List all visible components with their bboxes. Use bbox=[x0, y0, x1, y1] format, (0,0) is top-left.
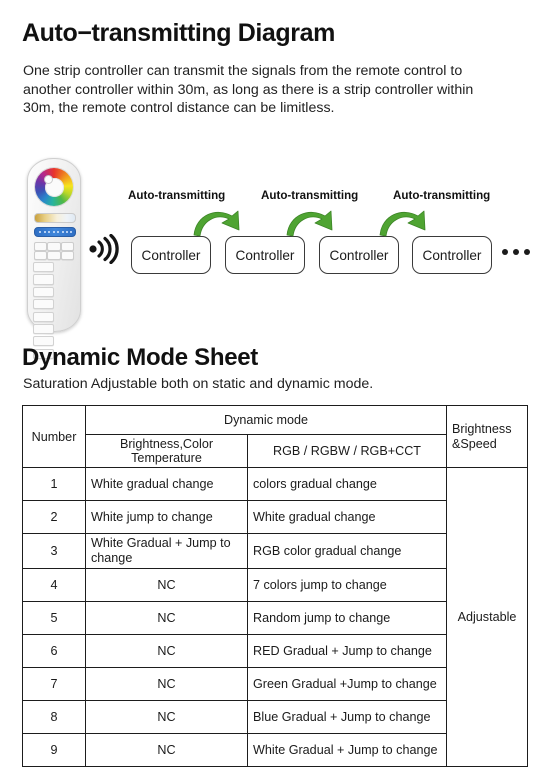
row-bct: NC bbox=[85, 733, 248, 767]
controller-label: Controller bbox=[422, 247, 482, 263]
header-brightness-color-temperature: Brightness,Color Temperature bbox=[85, 434, 248, 468]
remote-zone-key bbox=[33, 299, 54, 310]
remote-key bbox=[60, 242, 74, 251]
remote-zone-key bbox=[33, 323, 54, 335]
row-rgb: Random jump to change bbox=[247, 601, 447, 635]
row-rgb: White Gradual + Jump to change bbox=[247, 733, 447, 767]
controller-label: Controller bbox=[235, 247, 295, 263]
brightness-slider-icon bbox=[34, 227, 76, 237]
document-page: Auto−transmitting Diagram One strip cont… bbox=[0, 0, 537, 767]
row-number: 1 bbox=[22, 467, 86, 501]
row-bct: White gradual change bbox=[85, 467, 248, 501]
ellipsis-indicator bbox=[502, 249, 530, 255]
remote-zone-key bbox=[33, 286, 54, 297]
auto-transmitting-description: One strip controller can transmit the si… bbox=[23, 63, 474, 117]
row-number: 4 bbox=[22, 568, 86, 602]
row-bct: NC bbox=[85, 601, 248, 635]
controller-box-1[interactable]: Controller bbox=[131, 236, 211, 274]
color-wheel-center-dot bbox=[43, 174, 53, 184]
remote-zone-key bbox=[33, 262, 54, 273]
row-number: 5 bbox=[22, 601, 86, 635]
ellipsis-dot bbox=[513, 249, 519, 255]
row-rgb: Green Gradual +Jump to change bbox=[247, 667, 447, 701]
page-title-auto-transmitting: Auto−transmitting Diagram bbox=[22, 19, 335, 47]
row-bct: NC bbox=[85, 568, 248, 602]
green-curved-arrow-icon-2 bbox=[286, 210, 333, 237]
header-brightness-speed-line1: Brightness bbox=[452, 421, 512, 436]
row-number: 7 bbox=[22, 667, 86, 701]
row-rgb: RED Gradual + Jump to change bbox=[247, 634, 447, 668]
rgb-remote-control-icon bbox=[27, 158, 81, 359]
remote-key bbox=[34, 242, 48, 251]
table-header-row-1: Number Dynamic mode Brightness &Speed bbox=[22, 405, 528, 468]
page-title-dynamic-mode-sheet: Dynamic Mode Sheet bbox=[22, 344, 258, 371]
ellipsis-dot bbox=[524, 249, 530, 255]
remote-key bbox=[34, 251, 48, 260]
brightness-speed-value: Adjustable bbox=[446, 467, 528, 767]
row-bct: NC bbox=[85, 667, 248, 701]
green-curved-arrow-icon-3 bbox=[379, 210, 426, 237]
row-bct: NC bbox=[85, 634, 248, 668]
header-brightness-speed: Brightness &Speed bbox=[446, 405, 528, 468]
row-rgb: RGB color gradual change bbox=[247, 533, 447, 569]
header-number: Number bbox=[22, 405, 86, 468]
row-rgb: White gradual change bbox=[247, 500, 447, 534]
remote-zone-key bbox=[33, 311, 54, 322]
header-brightness-speed-line2: &Speed bbox=[452, 436, 497, 451]
color-wheel-icon bbox=[35, 168, 73, 206]
row-rgb: Blue Gradual + Jump to change bbox=[247, 700, 447, 734]
row-rgb: colors gradual change bbox=[247, 467, 447, 501]
row-number: 8 bbox=[22, 700, 86, 734]
row-number: 6 bbox=[22, 634, 86, 668]
row-number: 3 bbox=[22, 533, 86, 569]
row-number: 9 bbox=[22, 733, 86, 767]
header-rgb-rgbw-rgbcct: RGB / RGBW / RGB+CCT bbox=[247, 434, 447, 468]
controller-box-2[interactable]: Controller bbox=[225, 236, 305, 274]
row-bct: NC bbox=[85, 700, 248, 734]
remote-button-row-2 bbox=[34, 251, 74, 260]
remote-key bbox=[47, 242, 61, 251]
green-curved-arrow-icon-1 bbox=[193, 210, 240, 237]
row-bct: White jump to change bbox=[85, 500, 248, 534]
table-row: 1 White gradual change colors gradual ch… bbox=[22, 467, 528, 767]
remote-button-row-1 bbox=[34, 242, 74, 251]
auto-transmitting-label-2: Auto-transmitting bbox=[261, 189, 359, 202]
row-bct: White Gradual + Jump to change bbox=[85, 533, 248, 569]
color-temperature-slider-icon bbox=[34, 213, 76, 223]
auto-transmitting-label-3: Auto-transmitting bbox=[393, 189, 491, 202]
row-number: 2 bbox=[22, 500, 86, 534]
controller-label: Controller bbox=[329, 247, 389, 263]
controller-box-4[interactable]: Controller bbox=[412, 236, 492, 274]
dynamic-mode-table: Number Dynamic mode Brightness &Speed Br… bbox=[22, 405, 528, 767]
dynamic-mode-subtitle: Saturation Adjustable both on static and… bbox=[23, 376, 374, 392]
remote-key bbox=[60, 251, 74, 260]
controller-label: Controller bbox=[141, 247, 201, 263]
row-rgb: 7 colors jump to change bbox=[247, 568, 447, 602]
header-dynamic-mode: Dynamic mode bbox=[85, 405, 447, 435]
ellipsis-dot bbox=[502, 249, 508, 255]
remote-key bbox=[47, 251, 61, 260]
remote-zone-key bbox=[33, 274, 54, 285]
auto-transmitting-diagram: Controller Controller Controller Control… bbox=[0, 150, 537, 359]
auto-transmitting-label-1: Auto-transmitting bbox=[128, 189, 226, 202]
wireless-signal-icon bbox=[89, 234, 119, 264]
controller-box-3[interactable]: Controller bbox=[319, 236, 399, 274]
